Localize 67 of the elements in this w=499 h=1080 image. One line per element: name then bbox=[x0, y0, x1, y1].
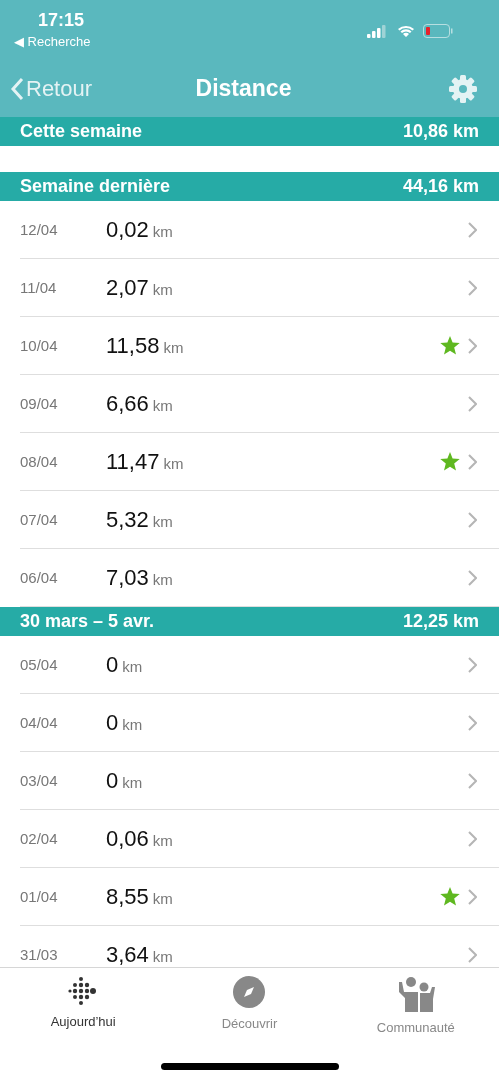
day-date: 10/04 bbox=[20, 337, 59, 354]
day-distance: 8,55 km bbox=[106, 883, 174, 910]
chevron-icon bbox=[468, 946, 477, 963]
day-date: 06/04 bbox=[20, 569, 59, 586]
day-distance: 11,58 km bbox=[106, 332, 185, 359]
day-row[interactable]: 01/04 8,55 km bbox=[20, 868, 499, 926]
week-title: 30 mars – 5 avr. bbox=[20, 611, 155, 632]
chevron-left-icon bbox=[10, 76, 24, 101]
day-distance: 5,32 km bbox=[106, 506, 174, 533]
day-row[interactable]: 04/04 0 km bbox=[20, 694, 499, 752]
day-distance: 3,64 km bbox=[106, 941, 174, 967]
week-total: 12,25 km bbox=[402, 611, 479, 632]
day-distance: 7,03 km bbox=[106, 564, 174, 591]
day-date: 03/04 bbox=[20, 772, 59, 789]
day-distance: 0 km bbox=[106, 767, 144, 794]
day-date: 12/04 bbox=[20, 221, 59, 238]
day-date: 09/04 bbox=[20, 395, 59, 412]
day-date: 08/04 bbox=[20, 453, 59, 470]
day-distance: 0 km bbox=[106, 709, 144, 736]
tab-bar-item[interactable]: Communauté bbox=[332, 968, 499, 1036]
week-total: 44,16 km bbox=[402, 176, 479, 197]
battery-icon bbox=[423, 24, 453, 38]
wifi-icon bbox=[397, 24, 415, 38]
week-total: 10,86 km bbox=[402, 121, 479, 142]
day-date: 01/04 bbox=[20, 888, 59, 905]
day-row[interactable]: 09/04 6,66 km bbox=[20, 375, 499, 433]
day-row[interactable]: 03/04 0 km bbox=[20, 752, 499, 810]
day-date: 07/04 bbox=[20, 511, 59, 528]
tab-bar-item[interactable]: Aujourd’hui bbox=[0, 968, 167, 1030]
day-date: 04/04 bbox=[20, 714, 59, 731]
chevron-icon bbox=[468, 569, 477, 586]
page-title: Distance bbox=[195, 75, 292, 102]
day-row[interactable]: 12/04 0,02 km bbox=[20, 201, 499, 259]
day-row[interactable]: 11/04 2,07 km bbox=[20, 259, 499, 317]
day-row[interactable]: 07/04 5,32 km bbox=[20, 491, 499, 549]
chevron-icon bbox=[468, 888, 477, 905]
dots-logo-icon bbox=[68, 976, 99, 1006]
day-row[interactable]: 05/04 0 km bbox=[20, 636, 499, 694]
signal-icon bbox=[367, 24, 389, 38]
day-date: 31/03 bbox=[20, 946, 59, 963]
day-distance: 0,02 km bbox=[106, 216, 174, 243]
chevron-icon bbox=[468, 337, 477, 354]
day-distance: 11,47 km bbox=[106, 448, 185, 475]
chevron-icon bbox=[468, 395, 477, 412]
day-date: 05/04 bbox=[20, 656, 59, 673]
tab-bar-item[interactable]: Découvrir bbox=[166, 968, 333, 1032]
day-distance: 0 km bbox=[106, 651, 144, 678]
chevron-icon bbox=[468, 511, 477, 528]
chevron-icon bbox=[468, 279, 477, 296]
chevron-icon bbox=[468, 221, 477, 238]
chevron-icon bbox=[468, 656, 477, 673]
day-distance: 2,07 km bbox=[106, 274, 174, 301]
day-row[interactable]: 02/04 0,06 km bbox=[20, 810, 499, 868]
day-date: 11/04 bbox=[20, 279, 58, 296]
chevron-icon bbox=[468, 772, 477, 789]
day-row[interactable]: 10/04 11,58 km bbox=[20, 317, 499, 375]
chevron-icon bbox=[468, 830, 477, 847]
day-distance: 0,06 km bbox=[106, 825, 174, 852]
week-title: Cette semaine bbox=[20, 121, 143, 142]
day-date: 02/04 bbox=[20, 830, 59, 847]
chevron-icon bbox=[468, 714, 477, 731]
chevron-icon bbox=[468, 453, 477, 470]
day-distance: 6,66 km bbox=[106, 390, 174, 417]
day-row[interactable]: 08/04 11,47 km bbox=[20, 433, 499, 491]
week-title: Semaine dernière bbox=[20, 176, 171, 197]
status-time: 17:15 bbox=[38, 10, 86, 31]
compass-icon bbox=[233, 976, 266, 1008]
